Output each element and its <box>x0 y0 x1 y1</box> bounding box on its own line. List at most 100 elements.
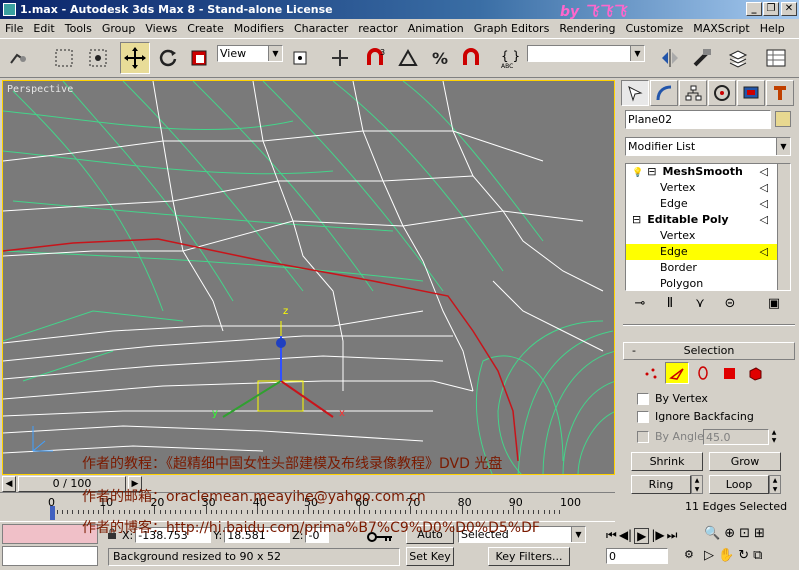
spinner-snap-icon[interactable] <box>458 42 486 74</box>
app-icon[interactable] <box>3 3 16 16</box>
utilities-tab-icon[interactable] <box>766 80 794 106</box>
go-to-start-icon[interactable]: ⏮ <box>606 528 617 544</box>
menu-reactor[interactable]: reactor <box>353 19 402 38</box>
object-name-field[interactable]: Plane02 <box>625 110 771 129</box>
polygon-level-icon[interactable] <box>717 362 741 384</box>
select-object-icon[interactable] <box>50 42 78 74</box>
menu-group[interactable]: Group <box>97 19 141 38</box>
prev-frame-icon[interactable]: ◀ <box>2 476 16 492</box>
maximize-viewport-icon[interactable]: ⧉ <box>753 548 762 563</box>
menu-character[interactable]: Character <box>289 19 353 38</box>
hierarchy-tab-icon[interactable] <box>679 80 707 106</box>
border-level-icon[interactable] <box>691 362 715 384</box>
next-key-icon[interactable]: |▶ <box>651 528 664 544</box>
menu-create[interactable]: Create <box>182 19 229 38</box>
configure-modifier-sets-icon[interactable]: ▣ <box>763 296 785 318</box>
menu-edit[interactable]: Edit <box>28 19 59 38</box>
field-of-view-icon[interactable]: ▷ <box>704 548 714 563</box>
edit-named-selection-icon[interactable]: { } ABC <box>496 42 524 74</box>
show-end-result-icon[interactable]: Ⅱ <box>659 296 681 318</box>
remove-modifier-icon[interactable]: ⊝ <box>719 296 741 318</box>
menu-customize[interactable]: Customize <box>620 19 688 38</box>
viewport-perspective[interactable]: y x z Perspective <box>2 80 615 475</box>
stack-subitem[interactable]: Edge ◁ <box>626 244 790 260</box>
object-color-swatch[interactable] <box>775 111 791 127</box>
rotate-tool-icon[interactable] <box>154 42 182 74</box>
go-to-end-icon[interactable]: ⏭ <box>667 528 678 544</box>
set-key-button[interactable]: Set Key <box>406 547 454 566</box>
align-icon[interactable] <box>688 42 716 74</box>
stack-subitem[interactable]: Edge ◁ <box>626 196 790 212</box>
ignore-backfacing-checkbox[interactable] <box>637 410 649 423</box>
pan-icon[interactable]: ✋ <box>718 548 734 563</box>
select-manipulate-icon[interactable] <box>326 42 354 74</box>
time-config-icon[interactable]: ⚙ <box>684 548 694 561</box>
angle-snap-icon[interactable] <box>394 42 422 74</box>
restore-button[interactable]: ❐ <box>763 2 779 16</box>
stack-subitem[interactable]: Polygon <box>626 276 790 290</box>
named-selection-set[interactable]: ▼ <box>527 45 645 62</box>
selection-rollout-header[interactable]: - Selection <box>623 342 795 360</box>
make-unique-icon[interactable]: ⋎ <box>689 296 711 318</box>
reference-coordinate-select[interactable]: View ▼ <box>217 45 283 62</box>
stack-subitem[interactable]: Vertex ◁ <box>626 180 790 196</box>
zoom-extents-all-icon[interactable]: ⊞ <box>754 526 765 541</box>
select-by-name-icon[interactable] <box>84 42 112 74</box>
play-icon[interactable]: ▶ <box>634 528 650 544</box>
angle-spinner-arrows[interactable]: ▲ ▼ <box>769 429 779 445</box>
track-bar-cursor[interactable] <box>50 506 55 520</box>
menu-graph-editors[interactable]: Graph Editors <box>469 19 555 38</box>
ring-button[interactable]: Ring <box>631 475 691 494</box>
pivot-center-icon[interactable] <box>288 42 312 74</box>
by-vertex-checkbox[interactable] <box>637 392 649 405</box>
angle-spinner[interactable]: 45.0 <box>703 429 769 445</box>
minimize-button[interactable]: _ <box>746 2 762 16</box>
prev-key-icon[interactable]: ◀| <box>619 528 632 544</box>
modify-tab-icon[interactable] <box>650 80 678 106</box>
zoom-icon[interactable]: 🔍 <box>704 526 720 541</box>
modifier-on-off-icon[interactable]: 💡 <box>632 168 643 178</box>
menu-rendering[interactable]: Rendering <box>554 19 620 38</box>
stack-subitem[interactable]: Vertex <box>626 228 790 244</box>
stack-modifier[interactable]: 💡 ⊟ MeshSmooth ◁ <box>626 164 790 180</box>
stack-subitem[interactable]: Border <box>626 260 790 276</box>
percent-snap-icon[interactable]: % <box>426 42 454 74</box>
loop-spinner-arrows[interactable]: ▲ ▼ <box>769 475 781 494</box>
menu-views[interactable]: Views <box>140 19 182 38</box>
zoom-all-icon[interactable]: ⊕ <box>724 526 735 541</box>
menu-file[interactable]: File <box>0 19 28 38</box>
menu-modifiers[interactable]: Modifiers <box>229 19 289 38</box>
menu-maxscript[interactable]: MAXScript <box>688 19 754 38</box>
menu-help[interactable]: Help <box>755 19 790 38</box>
display-tab-icon[interactable] <box>737 80 765 106</box>
curve-editor-icon[interactable] <box>762 42 790 74</box>
menu-tools[interactable]: Tools <box>60 19 97 38</box>
current-frame-field[interactable]: 0 <box>606 548 668 564</box>
select-link-icon[interactable] <box>4 42 32 74</box>
maxscript-mini-listener[interactable] <box>2 546 98 566</box>
stack-scrollbar[interactable] <box>777 164 790 290</box>
close-button[interactable]: ✕ <box>781 2 797 16</box>
menu-animation[interactable]: Animation <box>403 19 469 38</box>
modifier-list-select[interactable]: Modifier List ▼ <box>625 137 791 156</box>
scale-tool-icon[interactable] <box>186 42 212 74</box>
vertex-level-icon[interactable] <box>639 362 663 384</box>
edge-level-icon[interactable] <box>665 362 689 384</box>
expand-toggle-icon[interactable]: ⊟ <box>647 165 656 178</box>
arc-rotate-icon[interactable]: ↻ <box>738 548 749 563</box>
motion-tab-icon[interactable] <box>708 80 736 106</box>
ring-spinner-arrows[interactable]: ▲ ▼ <box>691 475 703 494</box>
shrink-button[interactable]: Shrink <box>631 452 703 471</box>
layer-manager-icon[interactable] <box>724 42 752 74</box>
mirror-icon[interactable] <box>656 42 684 74</box>
viewport-label[interactable]: Perspective <box>7 84 73 95</box>
move-tool-icon[interactable] <box>120 42 150 74</box>
pin-stack-icon[interactable]: ⊸ <box>629 296 651 318</box>
create-tab-icon[interactable] <box>621 80 649 106</box>
zoom-extents-icon[interactable]: ⊡ <box>739 526 750 541</box>
key-filters-button[interactable]: Key Filters... <box>488 547 570 566</box>
grow-button[interactable]: Grow <box>709 452 781 471</box>
stack-modifier[interactable]: ⊟ Editable Poly ◁ <box>626 212 790 228</box>
snap-toggle-icon[interactable]: 3 <box>362 42 390 74</box>
by-angle-checkbox[interactable] <box>637 430 649 443</box>
